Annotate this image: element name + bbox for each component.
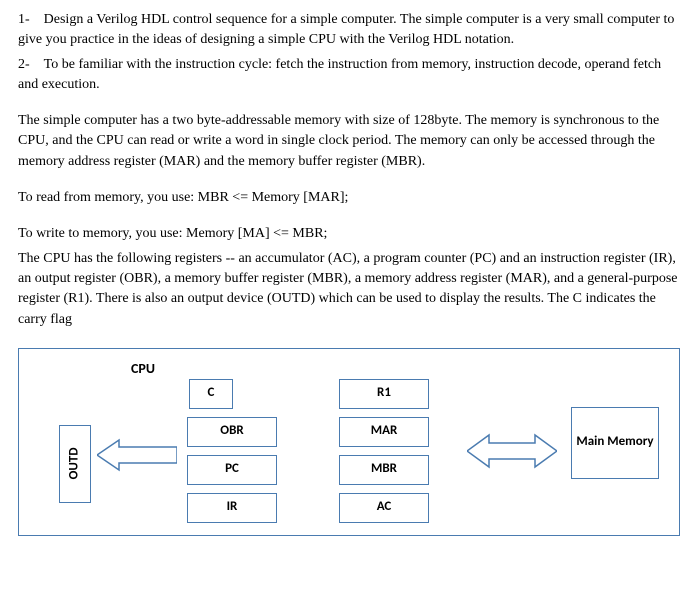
reg-mbr: MBR	[339, 455, 429, 485]
document-text: 1- Design a Verilog HDL control sequence…	[18, 10, 682, 330]
cpu-diagram: CPU OUTD C OBR PC IR R1 MAR MBR AC Main …	[18, 348, 680, 536]
reg-ir: IR	[187, 493, 277, 523]
register-column-2: R1 MAR MBR AC	[339, 379, 429, 523]
paragraph-5: To write to memory, you use: Memory [MA]…	[18, 224, 682, 244]
reg-obr: OBR	[187, 417, 277, 447]
outd-label: OUTD	[66, 448, 85, 480]
paragraph-4: To read from memory, you use: MBR <= Mem…	[18, 188, 682, 208]
main-memory-block: Main Memory	[571, 407, 659, 479]
paragraph-6: The CPU has the following registers -- a…	[18, 249, 682, 330]
reg-pc: PC	[187, 455, 277, 485]
reg-mar: MAR	[339, 417, 429, 447]
arrow-bidirectional-icon	[467, 431, 557, 478]
paragraph-3: The simple computer has a two byte-addre…	[18, 111, 682, 172]
cpu-label: CPU	[131, 359, 155, 379]
register-column-1: C OBR PC IR	[187, 379, 277, 523]
main-memory-label: Main Memory	[576, 434, 653, 451]
outd-block: OUTD	[59, 425, 91, 503]
reg-c: C	[189, 379, 233, 409]
paragraph-2: 2- To be familiar with the instruction c…	[18, 55, 682, 96]
arrow-left-icon	[97, 437, 177, 480]
reg-r1: R1	[339, 379, 429, 409]
reg-ac: AC	[339, 493, 429, 523]
paragraph-1: 1- Design a Verilog HDL control sequence…	[18, 10, 682, 51]
